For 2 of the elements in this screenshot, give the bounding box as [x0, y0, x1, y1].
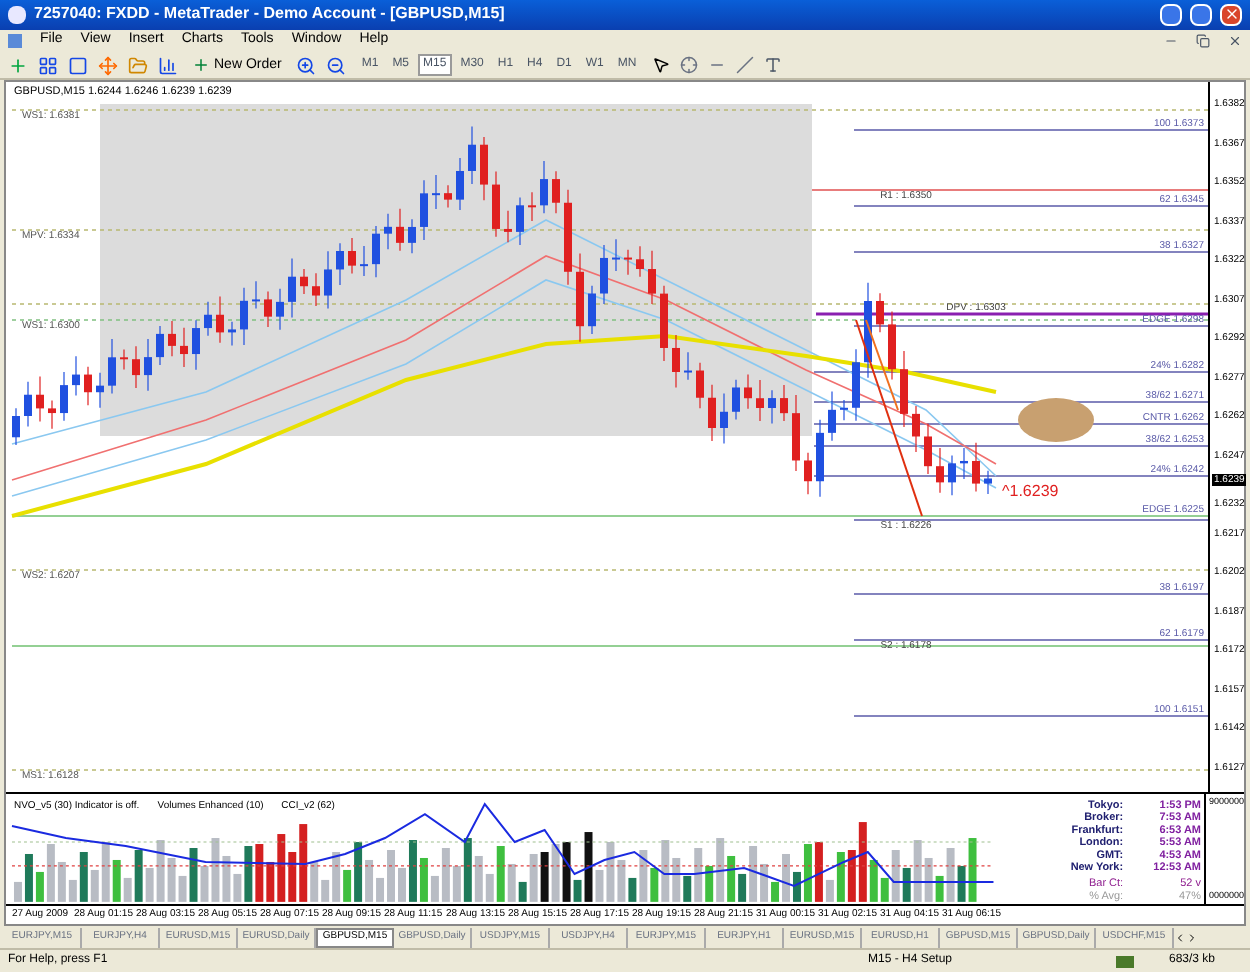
price-marker: ^1.6239 — [1002, 482, 1059, 501]
window-title: 7257040: FXDD - MetaTrader - Demo Account - [GBPUSD,M15] — [34, 2, 507, 27]
